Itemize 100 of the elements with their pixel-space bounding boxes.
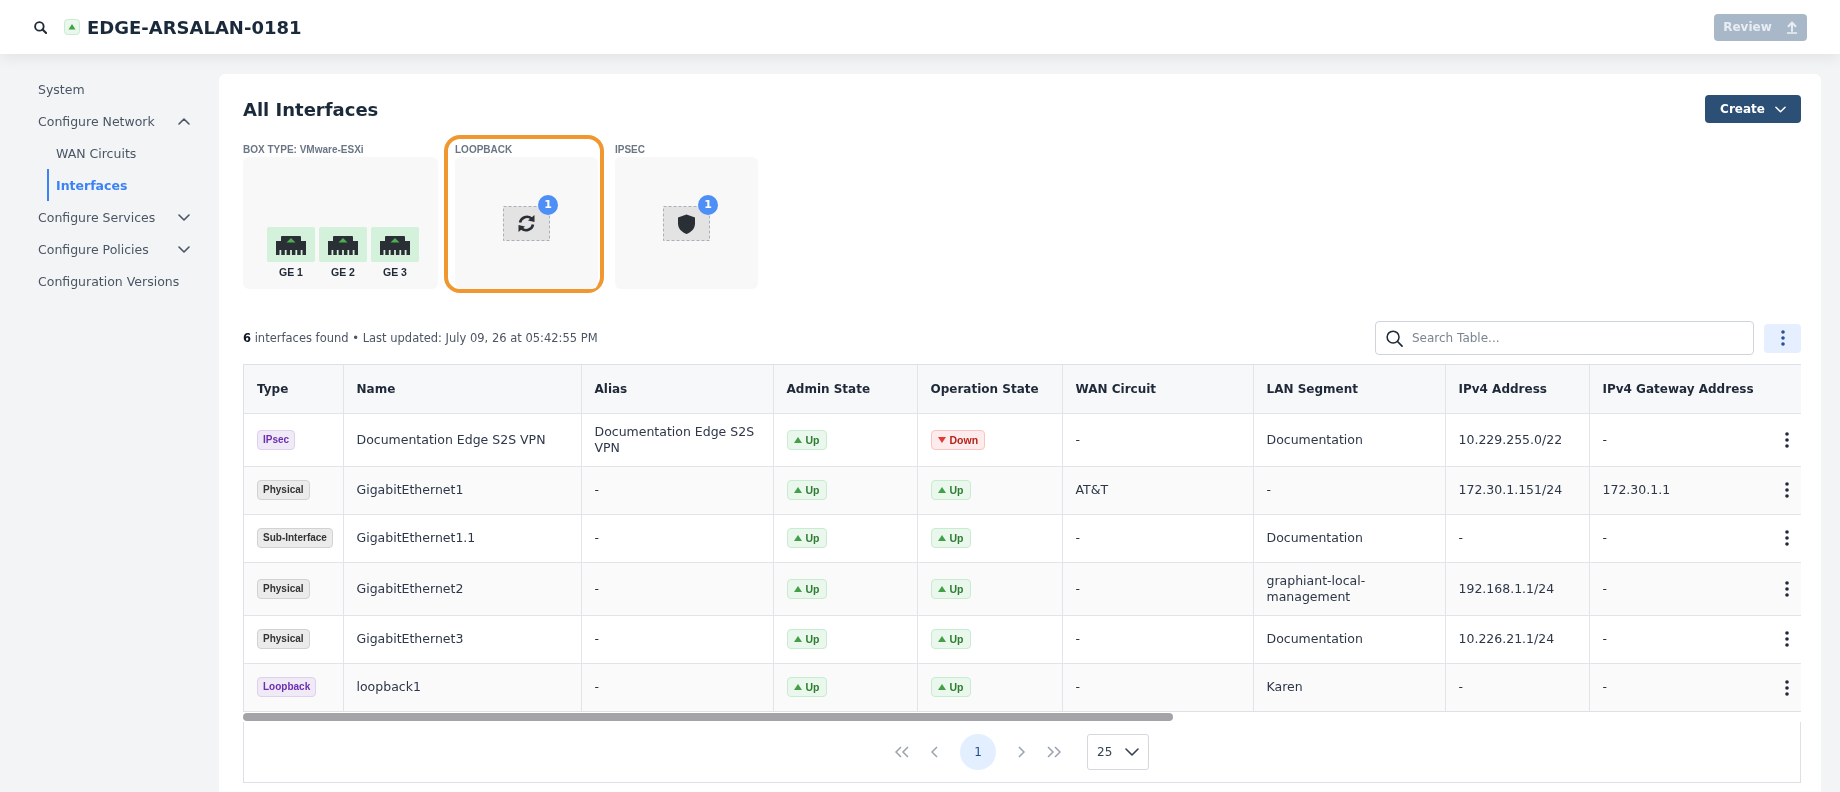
table-cell: - — [1589, 514, 1771, 562]
table-cell: - — [1445, 514, 1589, 562]
up-triangle-icon — [937, 535, 946, 541]
table-cell: Documentation — [1253, 413, 1445, 466]
ethernet-port-icon[interactable] — [319, 227, 367, 262]
table-cell: - — [581, 466, 773, 514]
column-header[interactable]: LAN Segment — [1253, 365, 1445, 413]
up-triangle-icon — [937, 636, 946, 642]
column-header[interactable]: WAN Circuit — [1062, 365, 1253, 413]
port-label: GE 1 — [279, 266, 303, 278]
table-cell: - — [1062, 615, 1253, 663]
table-cell: - — [1445, 663, 1589, 711]
table-cell: - — [1062, 562, 1253, 615]
chevron-down-icon — [1774, 105, 1786, 113]
kebab-menu-icon[interactable] — [1785, 482, 1789, 499]
status-text: Up — [949, 633, 964, 645]
column-header[interactable]: IPv4 Address — [1445, 365, 1589, 413]
search-input[interactable]: Search Table... — [1412, 328, 1743, 348]
status-text: Up — [805, 484, 820, 496]
results-summary: 6 interfaces found • Last updated: July 09, 26 at 05:42:55 PM — [243, 331, 599, 345]
kebab-menu-icon[interactable] — [1785, 530, 1789, 547]
column-header[interactable]: Type — [244, 365, 343, 413]
status-text: Up — [805, 681, 820, 694]
port-label: GE 3 — [383, 266, 407, 278]
double-chevron-left-icon[interactable] — [895, 746, 909, 758]
count-badge: 1 — [538, 194, 558, 215]
table-cell: 10.226.21.1/24 — [1445, 615, 1589, 663]
status-text: Up — [949, 484, 964, 496]
group-label: IPSEC — [615, 144, 646, 156]
chevron-left-icon[interactable] — [931, 746, 938, 758]
down-triangle-icon — [937, 436, 946, 443]
sidebar-item[interactable]: Configure Services — [38, 201, 190, 233]
status-text: Up — [949, 532, 964, 544]
table-cell: - — [1062, 413, 1253, 466]
sidebar-item[interactable]: Configure Network — [38, 105, 190, 137]
table-cell: - — [581, 514, 773, 562]
ethernet-port-icon[interactable] — [267, 227, 315, 262]
kebab-menu-icon[interactable] — [1785, 431, 1789, 448]
sidebar-item[interactable]: Configuration Versions — [38, 265, 190, 297]
ethernet-port-icon[interactable] — [371, 227, 419, 262]
status-text: Down — [949, 433, 979, 446]
table-cell: GigabitEthernet2 — [343, 562, 581, 615]
chevron-right-icon[interactable] — [1018, 746, 1025, 758]
horizontal-scrollbar[interactable] — [243, 713, 1173, 721]
search-icon — [1386, 329, 1403, 347]
page-button[interactable]: 1 — [960, 734, 996, 770]
table-cell: - — [1062, 663, 1253, 711]
table-cell: - — [1589, 562, 1771, 615]
type-tag: IPsec — [257, 429, 296, 450]
up-triangle-icon — [793, 684, 802, 691]
chevron-down-icon — [1125, 748, 1139, 756]
column-header[interactable]: Admin State — [773, 365, 917, 413]
sidebar-subitem[interactable]: WAN Circuits — [47, 137, 190, 169]
sidebar-item[interactable]: System — [38, 73, 190, 105]
column-header[interactable]: Alias — [581, 365, 773, 413]
up-triangle-icon — [937, 585, 946, 592]
up-triangle-icon — [793, 487, 802, 493]
chevron-down-icon[interactable] — [178, 213, 190, 221]
up-triangle-icon — [793, 535, 802, 541]
status-text: Up — [805, 433, 820, 446]
table-cell: - — [1253, 466, 1445, 514]
status-text: Up — [805, 582, 820, 595]
kebab-menu-icon[interactable] — [1785, 631, 1789, 648]
table-cell: Karen — [1253, 663, 1445, 711]
table-cell: - — [1589, 663, 1771, 711]
create-button[interactable]: Create — [1705, 95, 1801, 123]
type-tag: Physical — [257, 578, 310, 599]
column-header[interactable]: Name — [343, 365, 581, 413]
chevron-down-icon[interactable] — [178, 245, 190, 253]
search-bar[interactable]: Search Table... — [1375, 321, 1754, 355]
table-cell: Documentation — [1253, 514, 1445, 562]
interface-type-group[interactable]: LOOPBACK 1 — [444, 135, 604, 293]
kebab-menu-icon — [1780, 330, 1785, 346]
device-title: EDGE-ARSALAN-0181 — [87, 16, 302, 38]
port-label: GE 2 — [331, 266, 355, 278]
interface-type-group[interactable]: BOX TYPE: VMware-ESXi GE 1 GE 2 GE 3 — [232, 135, 444, 293]
double-chevron-right-icon[interactable] — [1047, 746, 1061, 758]
table-cell: Documentation Edge S2S VPN — [343, 413, 581, 466]
kebab-menu-icon[interactable] — [1785, 679, 1789, 696]
chevron-up-icon[interactable] — [178, 117, 190, 125]
table-cell: AT&T — [1062, 466, 1253, 514]
column-header[interactable]: IPv4 Gateway Address — [1589, 365, 1801, 413]
table-cell: - — [1589, 615, 1771, 663]
page-size-select[interactable]: 25 — [1087, 734, 1149, 770]
type-tag: Physical — [257, 480, 310, 500]
table-cell: graphiant-local-management — [1253, 562, 1445, 615]
search-icon[interactable] — [34, 20, 47, 34]
upload-icon — [1785, 20, 1798, 34]
sidebar-item[interactable]: Configure Policies — [38, 233, 190, 265]
page-title: All Interfaces — [243, 98, 379, 120]
table-cell: Documentation Edge S2S VPN — [581, 413, 773, 466]
table-cell: GigabitEthernet1 — [343, 466, 581, 514]
table-options-button[interactable] — [1764, 323, 1801, 353]
table-cell: - — [1062, 514, 1253, 562]
kebab-menu-icon[interactable] — [1785, 580, 1789, 597]
interface-type-group[interactable]: IPSEC 1 — [604, 135, 764, 293]
type-tag: Physical — [257, 629, 310, 649]
up-triangle-icon — [937, 684, 946, 691]
column-header[interactable]: Operation State — [917, 365, 1062, 413]
table-cell: - — [581, 562, 773, 615]
